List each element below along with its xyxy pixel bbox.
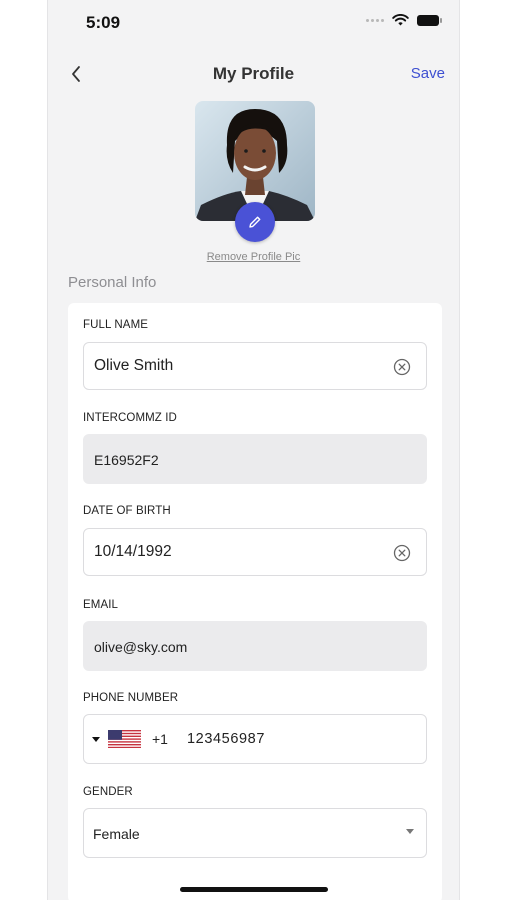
phone-number-value: 123456987 <box>187 731 265 747</box>
gender-value: Female <box>93 826 140 842</box>
chevron-down-icon <box>406 829 414 834</box>
nav-bar: My Profile Save <box>48 56 459 92</box>
status-bar: 5:09 <box>48 0 459 46</box>
date-of-birth-field[interactable]: 10/14/1992 <box>83 528 427 576</box>
country-code-value: +1 <box>152 731 168 747</box>
section-title-personal-info: Personal Info <box>68 274 157 291</box>
full-name-label: FULL NAME <box>83 319 149 331</box>
status-icons <box>366 14 442 26</box>
edit-avatar-button[interactable] <box>235 202 275 242</box>
clear-icon[interactable] <box>393 358 411 376</box>
gender-label: GENDER <box>83 786 133 798</box>
pencil-icon <box>249 216 261 228</box>
intercommz-id-field: E16952F2 <box>83 434 427 484</box>
personal-info-card: FULL NAME Olive Smith INTERCOMMZ ID E169… <box>68 303 442 900</box>
home-indicator <box>180 887 328 892</box>
intercommz-id-label: INTERCOMMZ ID <box>83 412 177 424</box>
page-title: My Profile <box>212 64 295 83</box>
intercommz-id-value: E16952F2 <box>94 452 159 468</box>
caret-down-icon <box>92 736 100 742</box>
full-name-field[interactable]: Olive Smith <box>83 342 427 390</box>
phone-number-label: PHONE NUMBER <box>83 692 179 704</box>
battery-icon <box>417 14 442 26</box>
full-name-value: Olive Smith <box>94 357 174 374</box>
us-flag-icon <box>108 730 141 748</box>
status-time: 5:09 <box>86 13 121 32</box>
email-label: EMAIL <box>83 599 119 611</box>
save-button[interactable]: Save <box>411 65 445 82</box>
email-field: olive@sky.com <box>83 621 427 671</box>
country-code-dropdown[interactable] <box>92 729 152 749</box>
gender-select[interactable]: Female <box>83 808 427 858</box>
date-of-birth-label: DATE OF BIRTH <box>83 505 171 517</box>
clear-icon[interactable] <box>393 544 411 562</box>
signal-dots-icon <box>366 18 384 22</box>
phone-number-field[interactable]: +1 123456987 <box>83 714 427 764</box>
email-value: olive@sky.com <box>94 639 188 655</box>
remove-profile-pic-link[interactable]: Remove Profile Pic <box>48 251 459 263</box>
date-of-birth-value: 10/14/1992 <box>94 543 172 560</box>
wifi-icon <box>392 14 409 26</box>
phone-screen: 5:09 My Profile Save Remove Profile Pic … <box>47 0 460 900</box>
